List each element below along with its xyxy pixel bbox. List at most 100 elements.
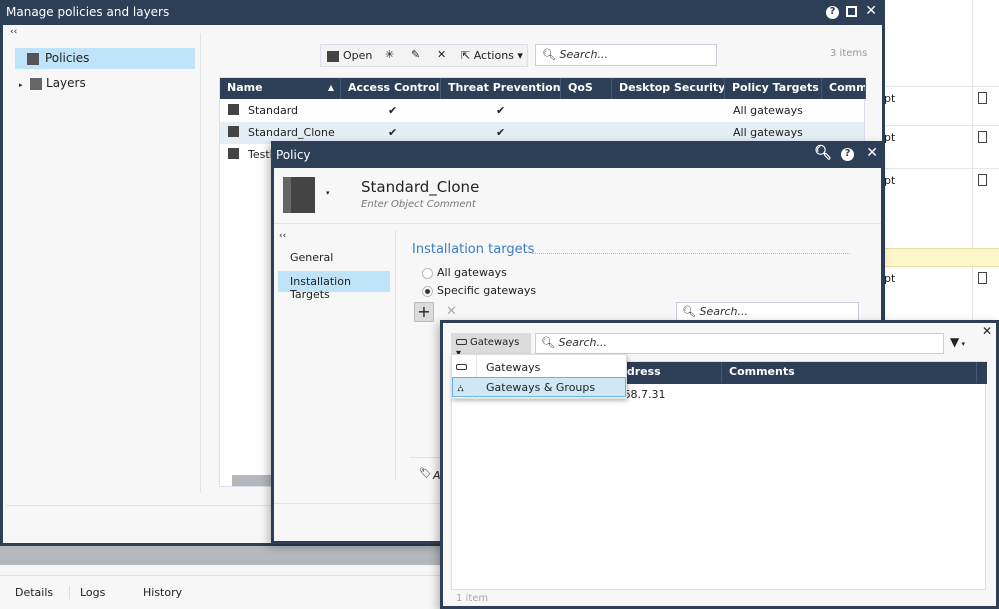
policy-icon xyxy=(228,104,239,115)
help-icon[interactable]: ? xyxy=(841,148,854,161)
tree-label: Policies xyxy=(45,51,90,65)
policy-icon xyxy=(228,126,239,137)
export-icon: ⇱ xyxy=(461,49,471,62)
object-comment[interactable]: Enter Object Comment xyxy=(361,199,476,210)
policy-title-bar: Policy 🔍︎ ? ✕ xyxy=(271,141,884,168)
open-button[interactable]: Open xyxy=(327,49,372,62)
column-header-comments[interactable]: Comments xyxy=(722,362,977,383)
cell-name: Standard xyxy=(248,104,299,117)
delete-icon[interactable]: ✕ xyxy=(437,48,446,61)
bg-row-text: pt xyxy=(884,174,896,187)
close-icon[interactable]: ✕ xyxy=(865,3,877,19)
collapse-button[interactable]: ‹‹ xyxy=(10,27,17,37)
tree-item-layers[interactable]: ▸ Layers xyxy=(15,73,90,93)
bg-row-text: pt xyxy=(884,131,896,144)
close-icon[interactable]: ✕ xyxy=(982,324,992,338)
new-icon[interactable]: ✳ xyxy=(385,48,394,61)
box-icon xyxy=(327,50,339,62)
column-header-desktop[interactable]: Desktop Security xyxy=(612,78,725,99)
close-icon[interactable]: ✕ xyxy=(866,145,878,161)
chevron-down-icon[interactable]: ▾ xyxy=(326,189,330,197)
column-header-name[interactable]: Name ▲ xyxy=(220,78,341,99)
radio-label: Specific gateways xyxy=(437,284,537,297)
actions-label: Actions xyxy=(473,49,514,62)
cell-threat: ✔ xyxy=(496,104,506,117)
column-header-threat[interactable]: Threat Prevention xyxy=(441,78,561,99)
type-filter-dropdown[interactable]: Gateways ▾ xyxy=(451,333,531,359)
object-name[interactable]: Standard_Clone xyxy=(361,178,479,196)
gateway-icon xyxy=(456,364,467,370)
remove-icon[interactable]: ✕ xyxy=(446,304,457,319)
filter-icon[interactable]: ▼ ▾ xyxy=(950,335,965,349)
menu-label: Gateways xyxy=(486,361,541,374)
toolbar: Open ✳ ✎ ✕ ⇱ Actions ▾ xyxy=(320,44,528,67)
column-header-access[interactable]: Access Control xyxy=(341,78,441,99)
targets-search-input[interactable]: 🔍︎ Search... xyxy=(676,302,859,322)
tab-history[interactable]: History xyxy=(143,586,182,599)
clipboard-icon xyxy=(978,272,987,284)
radio-all-gateways[interactable]: All gateways xyxy=(422,266,507,279)
cell-name: Standard_Clone xyxy=(248,126,335,139)
picker-search-input[interactable]: 🔍︎ Search... xyxy=(535,333,944,354)
horizontal-scrollbar[interactable] xyxy=(232,475,272,486)
help-icon[interactable]: ? xyxy=(826,6,839,19)
collapse-button[interactable]: ‹‹ xyxy=(279,231,286,241)
column-header-targets[interactable]: Policy Targets xyxy=(725,78,822,99)
layers-icon xyxy=(30,78,43,90)
cell-access: ✔ xyxy=(388,126,398,139)
radio-specific-gateways[interactable]: Specific gateways xyxy=(422,284,536,297)
search-input[interactable]: 🔍︎ Search... xyxy=(535,44,717,66)
menu-label: Gateways & Groups xyxy=(486,381,596,394)
clipboard-icon xyxy=(978,92,987,104)
nav-installation-targets[interactable]: Installation Targets xyxy=(278,271,390,301)
maximize-icon[interactable] xyxy=(846,6,857,17)
cell-targets: All gateways xyxy=(733,126,803,139)
search-placeholder: Search... xyxy=(699,305,748,318)
dialog-title: Policy xyxy=(276,148,311,162)
cell-access: ✔ xyxy=(388,104,398,117)
bg-row-text: pt xyxy=(884,272,896,285)
clipboard-icon xyxy=(978,131,987,143)
search-placeholder: Search... xyxy=(559,48,608,61)
item-count: 3 items xyxy=(830,48,868,59)
open-label: Open xyxy=(343,49,373,62)
cell-threat: ✔ xyxy=(496,126,506,139)
cell-targets: All gateways xyxy=(733,104,803,117)
group-icon: ⛼ xyxy=(457,384,465,394)
tree-item-policies[interactable]: Policies xyxy=(15,48,195,69)
gateway-picker-popup: ✕ Gateways ▾ 🔍︎ Search... ▼ ▾ ddress Com… xyxy=(440,320,999,609)
clipboard-icon xyxy=(978,174,987,186)
search-icon: 🔍︎ xyxy=(541,336,555,349)
table-row[interactable]: Standard ✔ ✔ All gateways xyxy=(220,100,864,122)
dialog-title: Manage policies and layers xyxy=(6,5,170,19)
search-icon: 🔍︎ xyxy=(682,305,696,318)
policy-big-icon[interactable] xyxy=(283,177,315,213)
actions-button[interactable]: ⇱ Actions ▾ xyxy=(461,49,523,62)
filter-label: Gateways xyxy=(470,337,520,348)
gateway-icon xyxy=(456,339,467,345)
menu-item-gateways-groups[interactable]: ⛼ Gateways & Groups xyxy=(452,377,626,397)
highlighted-row xyxy=(880,248,999,267)
tab-logs[interactable]: Logs xyxy=(80,586,105,599)
nav-general[interactable]: General xyxy=(290,251,333,264)
expand-arrow-icon[interactable]: ▸ xyxy=(19,81,23,89)
search-icon[interactable]: 🔍︎ xyxy=(814,145,832,161)
menu-item-gateways[interactable]: Gateways xyxy=(452,357,626,376)
column-header-qos[interactable]: QoS xyxy=(561,78,612,99)
tree-label: Layers xyxy=(46,76,86,90)
search-icon: 🔍︎ xyxy=(542,48,556,61)
search-placeholder: Search... xyxy=(558,336,607,349)
tab-details[interactable]: Details xyxy=(15,586,71,599)
radio-label: All gateways xyxy=(437,266,507,279)
picker-status: 1 item xyxy=(456,593,489,604)
tag-icon[interactable]: 🏷︎ xyxy=(419,468,432,479)
add-button[interactable]: + xyxy=(414,302,434,322)
filter-menu: Gateways ⛼ Gateways & Groups xyxy=(451,354,627,400)
bg-row-text: pt xyxy=(884,92,896,105)
policy-icon xyxy=(228,148,239,159)
section-title: Installation targets xyxy=(412,242,535,257)
edit-icon[interactable]: ✎ xyxy=(411,48,420,61)
policies-icon xyxy=(27,53,39,65)
column-header-comments[interactable]: Comm xyxy=(822,78,866,99)
manage-title-bar: Manage policies and layers ? ✕ xyxy=(0,0,885,25)
